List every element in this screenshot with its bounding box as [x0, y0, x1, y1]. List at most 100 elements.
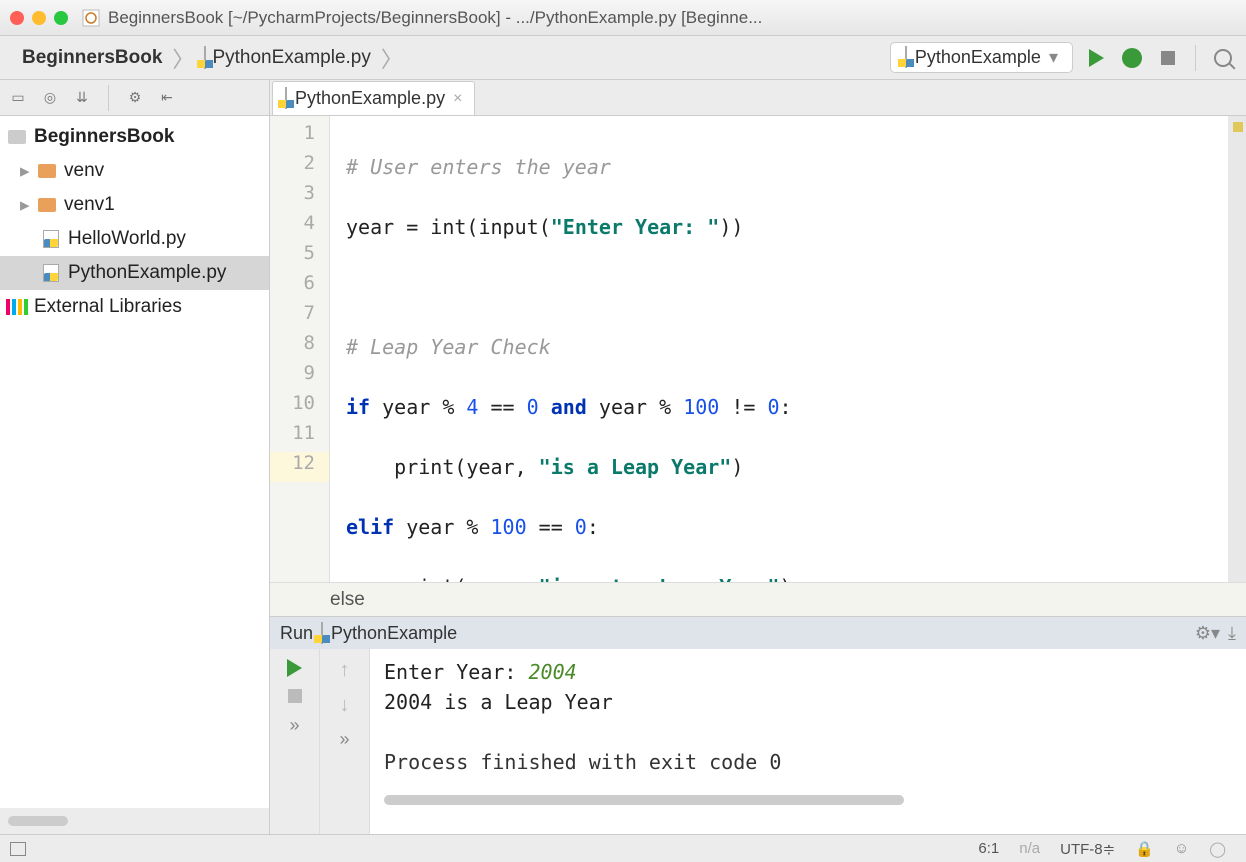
run-config-selector[interactable]: PythonExample ▾	[890, 42, 1073, 73]
line-number: 9	[270, 362, 329, 392]
python-file-icon	[285, 88, 287, 109]
gear-icon[interactable]: ⚙▾	[1195, 623, 1220, 644]
main-split: ▭ ◎ ⇊ ⚙ ⇤ BeginnersBook ▸ venv ▸ venv1	[0, 80, 1246, 834]
status-bar: 6:1 n/a UTF-8≑ 🔒 ☺ ◯	[0, 834, 1246, 862]
code-token: 0	[768, 395, 780, 419]
run-panel-header: Run PythonExample ⚙▾ ⤓	[270, 617, 1246, 649]
window-title: BeginnersBook [~/PycharmProjects/Beginne…	[108, 8, 762, 28]
expand-arrow-icon[interactable]: ▸	[20, 194, 36, 217]
close-tab-button[interactable]: ×	[453, 90, 462, 108]
project-tree[interactable]: BeginnersBook ▸ venv ▸ venv1 HelloWorld.…	[0, 116, 269, 808]
code-token: # Leap Year Check	[346, 335, 551, 359]
sort-icon: ≑	[1103, 841, 1116, 858]
tree-item-pythonexample[interactable]: PythonExample.py	[0, 256, 269, 290]
python-file-icon	[321, 623, 323, 644]
stop-run-button[interactable]	[288, 689, 302, 703]
console-text: Enter Year:	[384, 660, 529, 684]
up-arrow-icon[interactable]: ↑	[340, 659, 350, 682]
editor-breadcrumb-label[interactable]: else	[330, 589, 365, 611]
horizontal-scrollbar[interactable]	[8, 816, 68, 826]
code-editor[interactable]: 1 2 3 4 5 6 7 8 9 10 11 12 # User enters…	[270, 116, 1246, 582]
editor-tab[interactable]: PythonExample.py ×	[272, 81, 475, 115]
chevron-down-icon: ▾	[1049, 47, 1058, 68]
lock-icon[interactable]: 🔒	[1125, 840, 1164, 858]
run-button[interactable]	[1083, 45, 1109, 71]
project-view-icon[interactable]: ▭	[8, 88, 28, 108]
code-content[interactable]: # User enters the year year = int(input(…	[330, 116, 1228, 582]
zoom-window-button[interactable]	[54, 11, 68, 25]
minimize-window-button[interactable]	[32, 11, 46, 25]
chevron-right-icon: 〉	[377, 42, 407, 74]
search-icon	[1214, 49, 1232, 67]
search-button[interactable]	[1210, 45, 1236, 71]
console-text: 2004 is a Leap Year	[384, 690, 613, 714]
line-number: 7	[270, 302, 329, 332]
warning-marker[interactable]	[1233, 122, 1243, 132]
more-button[interactable]: »	[289, 715, 299, 736]
hide-icon[interactable]: ⇤	[157, 88, 177, 108]
tree-item-label: venv	[64, 160, 104, 182]
breadcrumb-project[interactable]: BeginnersBook	[10, 45, 168, 71]
tree-item-label: External Libraries	[34, 296, 182, 318]
toolbar-right: PythonExample ▾	[890, 42, 1236, 73]
code-token: 100	[491, 515, 527, 539]
line-number: 4	[270, 212, 329, 242]
caret-position[interactable]: 6:1	[968, 840, 1009, 857]
divider	[1195, 45, 1196, 71]
chevron-right-icon: 〉	[168, 42, 198, 74]
breadcrumb-file[interactable]: PythonExample.py	[198, 45, 376, 71]
code-token: 0	[527, 395, 539, 419]
code-token: year %	[599, 395, 683, 419]
code-token: "Enter Year: "	[551, 215, 720, 239]
down-arrow-icon[interactable]: ↓	[340, 694, 350, 717]
encoding-selector[interactable]: UTF-8≑	[1050, 840, 1125, 858]
rerun-button[interactable]	[287, 659, 302, 677]
line-gutter: 1 2 3 4 5 6 7 8 9 10 11 12	[270, 116, 330, 582]
gear-icon[interactable]: ⚙	[125, 88, 145, 108]
tree-item-venv1[interactable]: ▸ venv1	[0, 188, 269, 222]
code-token: input	[478, 215, 538, 239]
run-tool-window: Run PythonExample ⚙▾ ⤓ » ↑ ↓ » Enter	[270, 616, 1246, 834]
debug-button[interactable]	[1119, 45, 1145, 71]
tool-windows-button[interactable]	[10, 842, 26, 856]
tree-external-libraries[interactable]: External Libraries	[0, 290, 269, 324]
run-panel-config-label: PythonExample	[331, 623, 457, 644]
bug-icon	[1122, 48, 1142, 68]
console-output[interactable]: Enter Year: 2004 2004 is a Leap Year Pro…	[370, 649, 1246, 834]
code-token: # User enters the year	[346, 155, 611, 179]
editor-tabs: PythonExample.py ×	[270, 80, 1246, 116]
stop-icon	[1161, 51, 1175, 65]
tree-item-helloworld[interactable]: HelloWorld.py	[0, 222, 269, 256]
expand-arrow-icon[interactable]: ▸	[20, 160, 36, 183]
python-file-icon	[905, 47, 907, 68]
divider	[108, 85, 109, 111]
target-icon[interactable]: ◎	[40, 88, 60, 108]
inspector-icon[interactable]: ☺	[1164, 840, 1199, 857]
line-separator[interactable]: n/a	[1009, 840, 1050, 857]
editor-marker-strip[interactable]	[1228, 116, 1246, 582]
breadcrumb-project-label: BeginnersBook	[22, 47, 162, 69]
tree-root[interactable]: BeginnersBook	[0, 120, 269, 154]
libraries-icon	[6, 299, 28, 315]
more-button[interactable]: »	[339, 729, 349, 750]
window-titlebar: BeginnersBook [~/PycharmProjects/Beginne…	[0, 0, 1246, 36]
window-controls	[10, 11, 68, 25]
play-icon	[287, 659, 302, 677]
close-window-button[interactable]	[10, 11, 24, 25]
tree-item-label: HelloWorld.py	[68, 228, 186, 250]
stop-button[interactable]	[1155, 45, 1181, 71]
code-token: ==	[527, 515, 575, 539]
feedback-icon[interactable]: ◯	[1199, 840, 1236, 858]
code-token: year =	[346, 215, 430, 239]
horizontal-scrollbar[interactable]	[384, 795, 904, 805]
breadcrumb-file-label: PythonExample.py	[212, 47, 370, 69]
tree-item-venv[interactable]: ▸ venv	[0, 154, 269, 188]
code-token: :	[587, 515, 599, 539]
tree-root-label: BeginnersBook	[34, 126, 174, 148]
collapse-icon[interactable]: ⇊	[72, 88, 92, 108]
code-token: 0	[575, 515, 587, 539]
run-panel-left-toolbar: »	[270, 649, 320, 834]
download-icon[interactable]: ⤓	[1228, 623, 1236, 644]
code-token: print(year,	[346, 455, 539, 479]
tree-item-label: PythonExample.py	[68, 262, 226, 284]
